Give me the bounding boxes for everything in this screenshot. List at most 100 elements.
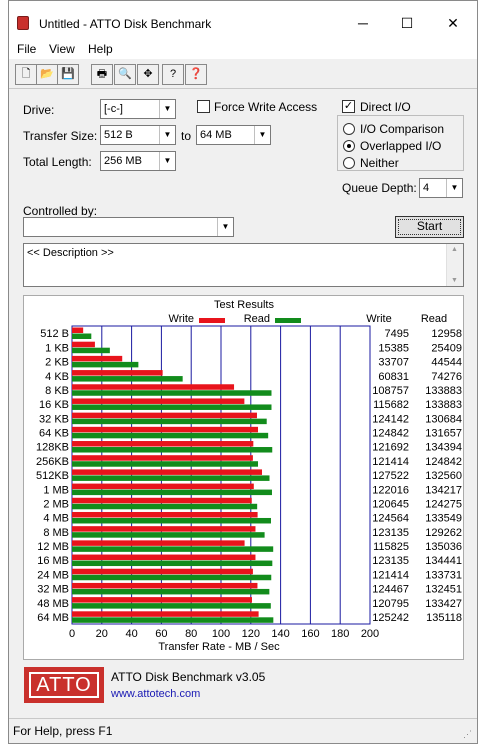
start-button[interactable]: Start [395,216,464,238]
website-link[interactable]: www.attotech.com [111,688,200,700]
read-value: 134441 [425,555,462,567]
write-bar [72,597,252,603]
context-help-icon[interactable]: ❓ [185,64,207,85]
write-value: 124842 [372,428,409,440]
total-length-value: 256 MB [104,155,142,167]
menu-file[interactable]: File [17,42,36,56]
scroll-down-icon[interactable]: ▼ [451,277,458,284]
minimize-button[interactable]: ─ [343,11,383,35]
write-value: 123135 [372,555,409,567]
write-bar [72,554,256,561]
queue-depth-select[interactable]: 4 ▼ [419,178,463,198]
category-label: 8 MB [43,527,69,539]
write-bar [72,469,263,475]
description-scrollbar[interactable]: ▲ ▼ [446,244,463,286]
controlled-by-select[interactable]: ▼ [23,217,234,237]
toolbar: 🗋 📂 💾 🖶 🔍 ✥ ? ❓ [9,61,477,89]
status-text: For Help, press F1 [13,724,113,738]
read-bar [72,361,139,368]
write-bar [72,426,259,433]
x-tick-label: 40 [125,628,137,640]
write-value: 120795 [372,598,409,610]
transfer-size-label: Transfer Size: [23,129,98,143]
write-bar [72,355,123,362]
overlapped-io-radio[interactable] [343,140,355,152]
read-bar [72,489,272,496]
write-value: 33707 [378,357,409,369]
write-value: 121414 [372,569,409,581]
scroll-up-icon[interactable]: ▲ [451,246,458,253]
x-tick-label: 100 [212,628,230,640]
read-bar [72,588,270,595]
write-value: 121692 [372,442,409,454]
atto-logo: ATTO [24,667,104,703]
category-label: 1 MB [43,484,69,496]
write-bar [72,568,253,575]
read-value: 133883 [425,385,462,397]
legend-write-swatch [199,318,225,323]
write-value: 123135 [372,527,409,539]
write-value: 121414 [372,456,409,468]
legend-read-label: Read [244,313,270,325]
description-field[interactable]: << Description >> ▲ ▼ [23,243,464,287]
write-bar [72,327,84,333]
results-chart: Test Results Write Read Write Read Trans… [36,299,462,653]
chevron-down-icon: ▼ [159,126,175,144]
read-bar [72,432,269,439]
category-label: 32 MB [37,584,69,596]
neither-label: Neither [360,156,399,170]
io-comparison-radio[interactable] [343,123,355,135]
drive-select[interactable]: [-c-] ▼ [100,99,176,119]
read-value: 133427 [425,598,462,610]
read-value: 12958 [431,328,462,340]
open-icon[interactable]: 📂 [36,64,58,85]
transfer-from-select[interactable]: 512 B ▼ [100,125,176,145]
new-icon[interactable]: 🗋 [15,64,37,85]
read-bar [72,390,272,396]
force-write-checkbox[interactable] [197,100,210,113]
menu-view[interactable]: View [49,42,75,56]
x-axis-label: Transfer Rate - MB / Sec [158,641,280,653]
read-value: 133883 [425,399,462,411]
save-icon[interactable]: 💾 [57,64,79,85]
read-value: 135036 [425,541,462,553]
close-button[interactable]: ✕ [433,11,473,35]
write-bar [72,441,254,447]
category-label: 12 MB [37,541,69,553]
write-bar [72,384,235,390]
print-preview-icon[interactable]: 🔍 [114,64,136,85]
queue-depth-value: 4 [423,182,430,194]
window-title: Untitled - ATTO Disk Benchmark [39,17,212,31]
title-bar[interactable]: Untitled - ATTO Disk Benchmark ─ ☐ ✕ [9,1,477,39]
write-value: 122016 [372,484,409,496]
read-bar [72,532,265,538]
x-tick-label: 80 [185,628,197,640]
total-length-select[interactable]: 256 MB ▼ [100,151,176,171]
io-comparison-label: I/O Comparison [360,122,445,136]
direct-io-checkbox[interactable]: ✓ [342,100,355,113]
move-icon[interactable]: ✥ [137,64,159,85]
write-value: 124564 [372,513,409,525]
category-label: 64 MB [37,612,69,624]
transfer-from-value: 512 B [104,129,133,141]
maximize-button[interactable]: ☐ [387,11,427,35]
write-bar [72,398,245,404]
resize-grip-icon[interactable]: ⋰ [463,729,475,741]
x-tick-label: 160 [301,628,319,640]
app-icon [17,16,29,30]
read-column-header: Read [421,313,447,325]
category-label: 256KB [36,456,69,468]
transfer-to-select[interactable]: 64 MB ▼ [196,125,271,145]
neither-radio[interactable] [343,157,355,169]
category-label: 512KB [36,470,69,482]
print-icon[interactable]: 🖶 [91,64,113,85]
category-label: 128KB [36,442,69,454]
read-bar [72,347,110,354]
read-bar [72,517,271,524]
drive-value: [-c-] [104,103,123,115]
read-value: 134394 [425,442,462,454]
results-title: Test Results [214,299,274,311]
menu-help[interactable]: Help [88,42,113,56]
help-icon[interactable]: ? [162,64,184,85]
read-bar [72,404,272,410]
